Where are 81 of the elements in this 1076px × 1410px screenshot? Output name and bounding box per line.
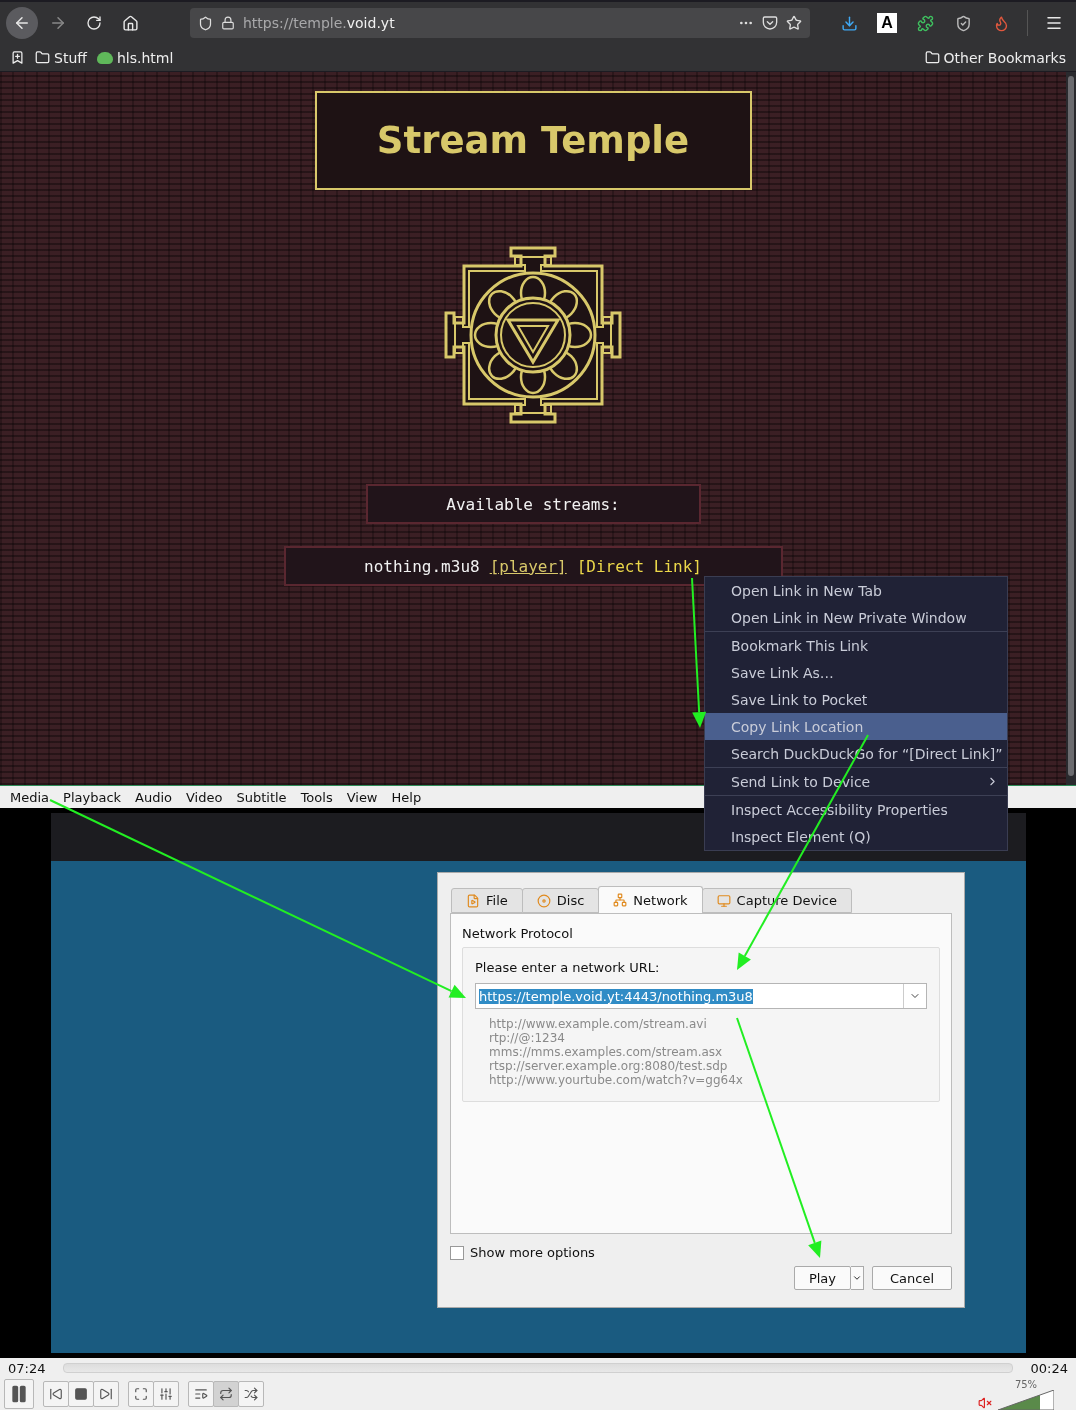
remaining-time: 00:24 xyxy=(1030,1360,1068,1376)
checkbox[interactable] xyxy=(450,1245,464,1260)
folder-icon xyxy=(924,50,940,65)
stop-button[interactable] xyxy=(68,1381,94,1407)
extended-icon xyxy=(159,1387,173,1401)
bookmark-item[interactable]: Other Bookmarks xyxy=(924,49,1066,66)
lock-icon xyxy=(221,16,235,30)
loop-button[interactable] xyxy=(213,1381,239,1407)
menu-item[interactable]: Tools xyxy=(300,789,333,805)
menu-item[interactable]: Help xyxy=(391,789,422,805)
bookmarks-icon[interactable] xyxy=(10,50,25,65)
stop-icon xyxy=(74,1387,88,1401)
example-url: rtsp://server.example.org:8080/test.sdp xyxy=(489,1059,729,1073)
shuffle-icon xyxy=(244,1387,258,1401)
fullscreen-icon xyxy=(134,1387,148,1401)
example-url: http://www.example.com/stream.avi xyxy=(489,1017,708,1031)
pause-icon xyxy=(9,1384,29,1404)
volume-reading: 75% xyxy=(1014,1378,1038,1390)
menu-item[interactable]: Open Link in New Private Window xyxy=(705,604,1007,631)
download-icon xyxy=(840,14,858,32)
puzzle-icon xyxy=(916,14,934,32)
menu-item[interactable]: Save Link As… xyxy=(705,659,1007,686)
play-button[interactable]: Play xyxy=(793,1266,851,1290)
next-icon xyxy=(99,1387,113,1401)
example-url: mms://mms.examples.com/stream.asx xyxy=(489,1045,724,1059)
disc-icon xyxy=(536,893,551,908)
file-icon xyxy=(466,893,480,908)
menu-item[interactable]: Open Link in New Tab xyxy=(705,577,1007,604)
shuffle-button[interactable] xyxy=(238,1381,264,1407)
bookmark-star-icon[interactable] xyxy=(786,15,802,31)
menu-item[interactable]: View xyxy=(346,789,378,805)
stream-name: nothing.m3u8 xyxy=(364,556,480,576)
url-field[interactable]: https://temple.void.yt:4443/nothing.m3u8 xyxy=(475,983,927,1009)
shield-icon xyxy=(198,15,213,31)
extended-button[interactable] xyxy=(153,1381,179,1407)
menu-item[interactable]: Audio xyxy=(135,789,172,805)
previous-button[interactable] xyxy=(43,1381,69,1407)
dialog-tab[interactable]: File xyxy=(451,888,523,913)
folder-icon xyxy=(35,50,50,65)
scrollbar[interactable] xyxy=(1066,72,1076,785)
reload-icon xyxy=(86,15,102,31)
bookmark-item[interactable]: Stuff xyxy=(35,49,87,66)
address-bar[interactable]: https://temple.void.yt xyxy=(190,8,810,38)
cancel-button[interactable]: Cancel xyxy=(872,1266,952,1290)
section-label: Network Protocol xyxy=(462,926,574,941)
dialog-tab[interactable]: Network xyxy=(598,886,703,913)
previous-icon xyxy=(49,1387,63,1401)
volume-slider[interactable] xyxy=(998,1389,1054,1410)
extension-button[interactable]: A xyxy=(877,13,897,33)
menu-item[interactable]: Bookmark This Link xyxy=(705,632,1007,659)
menu-item[interactable]: Video xyxy=(186,789,223,805)
pause-button[interactable] xyxy=(4,1379,34,1409)
menu-item[interactable]: Subtitle xyxy=(236,789,287,805)
example-url: rtp://@:1234 xyxy=(489,1031,566,1045)
menu-item[interactable]: Save Link to Pocket xyxy=(705,686,1007,713)
elapsed-time: 07:24 xyxy=(8,1360,46,1376)
url-label: Please enter a network URL: xyxy=(475,960,661,975)
next-button[interactable] xyxy=(93,1381,119,1407)
fullscreen-button[interactable] xyxy=(128,1381,154,1407)
menu-item[interactable]: Copy Link Location xyxy=(705,713,1007,740)
example-url: http://www.yourtube.com/watch?v=gg64x xyxy=(489,1073,744,1087)
back-button[interactable] xyxy=(6,7,38,39)
direct-link[interactable]: [Direct Link] xyxy=(576,556,702,576)
playlist-button[interactable] xyxy=(188,1381,214,1407)
menu-item[interactable]: Media xyxy=(10,789,50,805)
page-title: Stream Temple xyxy=(314,91,752,190)
dialog-tab[interactable]: Disc xyxy=(521,888,600,913)
shield-icon xyxy=(954,14,972,32)
streams-heading: Available streams: xyxy=(365,484,701,524)
home-icon xyxy=(121,14,139,32)
bookmark-item[interactable]: hls.html xyxy=(96,49,174,66)
player-link[interactable]: [player] xyxy=(489,556,567,576)
mute-icon[interactable] xyxy=(978,1395,992,1410)
network-icon xyxy=(613,893,628,907)
forward-arrow-icon xyxy=(49,14,67,32)
checkbox-label: Show more options xyxy=(470,1245,595,1260)
loop-icon xyxy=(219,1387,233,1401)
playlist-icon xyxy=(194,1387,208,1401)
menu-item[interactable]: Playback xyxy=(63,789,122,805)
menu-icon xyxy=(1045,14,1063,32)
pocket-icon[interactable] xyxy=(762,15,778,31)
